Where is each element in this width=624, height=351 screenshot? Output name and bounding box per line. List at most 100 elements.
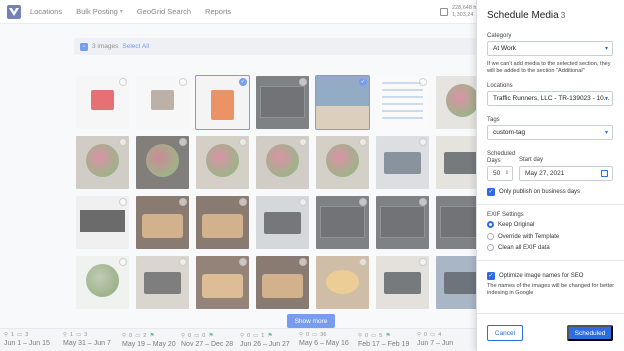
select-all-link[interactable]: Select All bbox=[122, 43, 149, 50]
timeline-item[interactable]: ⚲ 0 ▭ 1 ⚑ Jun 26 – Jun 27 bbox=[240, 332, 290, 349]
tile-select-checkbox[interactable] bbox=[299, 138, 307, 146]
scheduled-button[interactable]: Scheduled bbox=[567, 325, 613, 341]
tile-select-checkbox[interactable] bbox=[179, 258, 187, 266]
calendar-icon[interactable] bbox=[601, 170, 608, 177]
tile-select-checkbox[interactable] bbox=[239, 258, 247, 266]
start-day-input[interactable]: May 27, 2021 bbox=[519, 166, 613, 181]
media-tile[interactable] bbox=[376, 256, 429, 309]
tile-select-checkbox[interactable] bbox=[359, 198, 367, 206]
timeline-item[interactable]: ⚲ 1 ▭ 3 Jun 1 – Jun 15 bbox=[4, 332, 50, 347]
exif-option-override[interactable]: Override with Template bbox=[487, 233, 559, 240]
tile-select-checkbox[interactable] bbox=[179, 78, 187, 86]
tags-select[interactable]: custom-tag ▾ bbox=[487, 125, 613, 140]
tile-select-checkbox[interactable] bbox=[119, 258, 127, 266]
media-tile[interactable]: ✓ bbox=[315, 75, 370, 130]
start-day-value: May 27, 2021 bbox=[525, 170, 565, 177]
timeline-item[interactable]: ⚲ 0 ▭ 2 ⚑ May 19 – May 20 bbox=[122, 332, 176, 349]
media-tile[interactable] bbox=[136, 196, 189, 249]
timeline-date-range: Nov 27 – Dec 28 bbox=[181, 341, 234, 348]
media-tile[interactable] bbox=[76, 196, 129, 249]
nav-bulk-posting[interactable]: Bulk Posting ▾ bbox=[76, 7, 123, 16]
tile-select-checkbox[interactable] bbox=[419, 78, 427, 86]
locations-select[interactable]: Traffic Runners, LLC - TR-139023 - 10...… bbox=[487, 91, 613, 106]
tile-select-checkbox[interactable] bbox=[179, 198, 187, 206]
exif-option-clean[interactable]: Clean all EXIF data bbox=[487, 244, 550, 251]
media-tile[interactable] bbox=[136, 136, 189, 189]
tile-select-checkbox[interactable]: ✓ bbox=[359, 78, 367, 86]
tile-select-checkbox[interactable] bbox=[299, 198, 307, 206]
media-thumbnail bbox=[202, 274, 243, 298]
exif-option-keep[interactable]: Keep Original bbox=[487, 221, 534, 228]
media-tile[interactable] bbox=[136, 76, 189, 129]
timeline-item[interactable]: ⚲ 0 ▭ 5 ⚑ Feb 17 – Feb 19 bbox=[358, 332, 409, 349]
cancel-button[interactable]: Cancel bbox=[487, 325, 523, 341]
timeline-location-count: 1 bbox=[11, 332, 15, 338]
flag-icon: ⚑ bbox=[385, 333, 391, 339]
tile-select-checkbox[interactable] bbox=[299, 78, 307, 86]
tile-select-checkbox[interactable] bbox=[359, 258, 367, 266]
timeline-stats: ⚲ 0 ▭ 0 ⚑ bbox=[181, 332, 233, 340]
timeline-item[interactable]: ⚲ 0 ▭ 0 ⚑ Nov 27 – Dec 28 bbox=[181, 332, 234, 349]
radio-button[interactable] bbox=[487, 244, 494, 251]
tile-select-checkbox[interactable] bbox=[419, 258, 427, 266]
media-tile[interactable] bbox=[196, 196, 249, 249]
media-thumbnail bbox=[320, 206, 365, 238]
radio-button[interactable] bbox=[487, 221, 494, 228]
optimize-row[interactable]: ✓ Optimize image names for SEO bbox=[487, 272, 583, 280]
tile-select-checkbox[interactable] bbox=[359, 138, 367, 146]
select-checkbox[interactable]: − bbox=[80, 42, 88, 51]
media-tile[interactable] bbox=[256, 196, 309, 249]
tile-select-checkbox[interactable] bbox=[239, 138, 247, 146]
media-tile[interactable] bbox=[376, 196, 429, 249]
nav-geogrid-search[interactable]: GeoGrid Search bbox=[137, 7, 191, 16]
image-icon: ▭ bbox=[135, 332, 141, 339]
media-tile[interactable] bbox=[316, 256, 369, 309]
media-tile[interactable] bbox=[76, 256, 129, 309]
business-days-row[interactable]: ✓ Only publish on business days bbox=[487, 188, 580, 196]
tile-select-checkbox[interactable] bbox=[119, 78, 127, 86]
timeline-date-range: Jun 26 – Jun 27 bbox=[240, 341, 290, 348]
tile-select-checkbox[interactable] bbox=[119, 138, 127, 146]
media-tile[interactable] bbox=[316, 136, 369, 189]
tile-select-checkbox[interactable] bbox=[299, 258, 307, 266]
media-tile[interactable] bbox=[76, 76, 129, 129]
days-label: Days bbox=[487, 158, 501, 164]
media-thumbnail bbox=[384, 272, 421, 294]
media-tile[interactable] bbox=[376, 136, 429, 189]
media-tile[interactable] bbox=[256, 76, 309, 129]
tags-label: Tags bbox=[487, 117, 500, 123]
timeline-location-count: 0 bbox=[129, 332, 133, 339]
timeline-stats: ⚲ 1 ▭ 3 bbox=[4, 332, 50, 338]
media-tile[interactable] bbox=[196, 256, 249, 309]
media-tile[interactable] bbox=[256, 256, 309, 309]
tile-select-checkbox[interactable] bbox=[119, 198, 127, 206]
app-logo[interactable] bbox=[7, 4, 21, 19]
tile-select-checkbox[interactable] bbox=[179, 138, 187, 146]
media-tile[interactable] bbox=[136, 256, 189, 309]
stepper-icon[interactable]: ⇕ bbox=[505, 170, 509, 176]
media-tile[interactable] bbox=[256, 136, 309, 189]
media-tile[interactable] bbox=[376, 76, 429, 129]
business-days-checkbox[interactable]: ✓ bbox=[487, 188, 495, 196]
timeline-item[interactable]: ⚲ 1 ▭ 3 May 31 – Jun 7 bbox=[63, 332, 111, 347]
tile-select-checkbox[interactable]: ✓ bbox=[239, 78, 247, 86]
tile-select-checkbox[interactable] bbox=[239, 198, 247, 206]
nav-locations[interactable]: Locations bbox=[30, 7, 62, 16]
show-more-button[interactable]: Show more bbox=[287, 314, 335, 328]
timeline-item[interactable]: ⚲ 0 ▭ 36 May 6 – May 16 bbox=[299, 332, 349, 347]
optimize-checkbox[interactable]: ✓ bbox=[487, 272, 495, 280]
tile-select-checkbox[interactable] bbox=[419, 198, 427, 206]
timeline-location-count: 0 bbox=[424, 332, 428, 338]
tile-select-checkbox[interactable] bbox=[419, 138, 427, 146]
media-tile[interactable] bbox=[196, 136, 249, 189]
category-select[interactable]: At Work ▾ bbox=[487, 41, 613, 56]
media-tile[interactable]: ✓ bbox=[195, 75, 250, 130]
media-tile[interactable] bbox=[76, 136, 129, 189]
image-icon: ▭ bbox=[430, 332, 436, 338]
nav-reports[interactable]: Reports bbox=[205, 7, 231, 16]
media-tile[interactable] bbox=[316, 196, 369, 249]
days-input[interactable]: 50 ⇕ bbox=[487, 166, 513, 181]
timeline-item[interactable]: ⚲ 0 ▭ 4 Jun 7 – Jun bbox=[417, 332, 453, 347]
timeline-stats: ⚲ 0 ▭ 4 bbox=[417, 332, 453, 338]
radio-button[interactable] bbox=[487, 233, 494, 240]
